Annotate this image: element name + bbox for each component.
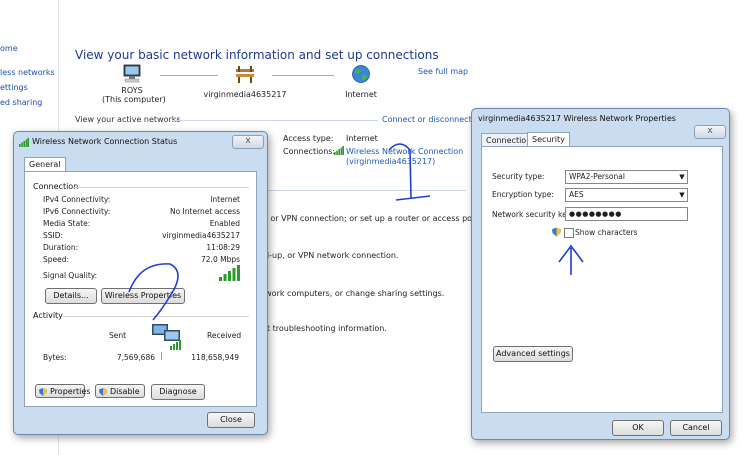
signal-quality-bars-icon (219, 265, 240, 281)
wireless-signal-icon (19, 138, 29, 147)
show-characters-checkbox[interactable] (564, 228, 574, 238)
nav-item-home[interactable]: ome (0, 44, 18, 53)
show-characters-label: Show characters (575, 228, 638, 237)
network-name: virginmedia4635217 (203, 90, 287, 99)
disable-button-label: Disable (110, 387, 140, 396)
duration-value: 11:08:29 (206, 243, 240, 252)
properties-button-label: Properties (50, 387, 91, 396)
activity-group-label: Activity (33, 311, 63, 320)
status-dialog-titlebar[interactable]: Wireless Network Connection Status x (14, 132, 267, 154)
section-divider (172, 120, 378, 121)
connect-or-disconnect-link[interactable]: Connect or disconnect (382, 115, 472, 124)
shield-icon (552, 227, 561, 237)
connection-group-label: Connection (33, 182, 79, 191)
computer-name: ROYS (121, 86, 143, 95)
ssid-value: virginmedia4635217 (162, 231, 240, 240)
duration-label: Duration: (43, 243, 79, 252)
activity-divider (161, 352, 162, 360)
props-dialog-close-icon[interactable]: x (694, 125, 726, 139)
status-dialog-close-icon[interactable]: x (232, 135, 264, 149)
network-key-input[interactable]: ●●●●●●●● (565, 207, 688, 221)
task-troubleshoot[interactable]: et troubleshooting information. (262, 324, 387, 333)
speed-value: 72.0 Mbps (201, 255, 240, 264)
section-divider (268, 190, 466, 191)
shield-icon (99, 388, 107, 396)
nav-item-advanced-sharing[interactable]: ed sharing (0, 98, 42, 107)
connection-link-ssid: (virginmedia4635217) (346, 157, 436, 166)
media-state-label: Media State: (43, 219, 91, 228)
connection-link-name: Wireless Network Connection (346, 147, 464, 156)
map-connector-line (272, 75, 334, 76)
security-tab-panel: Security type: WPA2-Personal ▼ Encryptio… (481, 146, 723, 413)
security-type-value: WPA2-Personal (569, 172, 625, 181)
status-dialog-title: Wireless Network Connection Status (32, 137, 178, 146)
speed-label: Speed: (43, 255, 70, 264)
nav-item-adapter-settings[interactable]: ettings (0, 83, 28, 92)
network-key-label: Network security key (492, 210, 572, 219)
ipv4-value: Internet (210, 195, 240, 204)
access-type-label: Access type: (283, 134, 334, 143)
bench-network-icon (236, 66, 254, 83)
props-dialog-title: virginmedia4635217 Wireless Network Prop… (478, 114, 676, 123)
nav-item-wireless-networks[interactable]: less networks (0, 68, 55, 77)
bytes-sent-value: 7,569,686 (116, 353, 155, 362)
signal-quality-label: Signal Quality: (43, 271, 98, 280)
close-button[interactable]: Close (207, 412, 255, 428)
disable-button[interactable]: Disable (95, 384, 145, 398)
ssid-label: SSID: (43, 231, 64, 240)
bytes-label: Bytes: (43, 353, 67, 362)
advanced-settings-button[interactable]: Advanced settings (493, 346, 573, 362)
active-networks-header: View your active networks (75, 115, 181, 124)
tab-general[interactable]: General (24, 157, 66, 172)
ipv6-value: No Internet access (169, 207, 240, 216)
see-full-map-link[interactable]: See full map (418, 67, 468, 76)
group-divider (73, 187, 249, 188)
ipv4-label: IPv4 Connectivity: (43, 195, 111, 204)
cancel-button[interactable]: Cancel (670, 420, 722, 436)
access-type-value: Internet (346, 134, 378, 143)
ipv6-label: IPv6 Connectivity: (43, 207, 111, 216)
wireless-properties-dialog: virginmedia4635217 Wireless Network Prop… (471, 108, 730, 440)
encryption-type-select[interactable]: AES ▼ (565, 188, 688, 202)
page-title: View your basic network information and … (75, 48, 439, 62)
map-computer-node[interactable]: ROYS (This computer) (102, 64, 166, 104)
task-connect-network[interactable]: al-up, or VPN network connection. (262, 251, 398, 260)
connections-label: Connections: (283, 147, 336, 156)
sent-label: Sent (109, 331, 127, 340)
properties-button[interactable]: Properties (35, 384, 90, 398)
ok-button[interactable]: OK (612, 420, 664, 436)
security-type-select[interactable]: WPA2-Personal ▼ (565, 170, 688, 184)
network-activity-icon (152, 324, 181, 350)
diagnose-button[interactable]: Diagnose (151, 384, 205, 400)
props-dialog-titlebar[interactable]: virginmedia4635217 Wireless Network Prop… (472, 109, 729, 139)
group-divider (63, 316, 249, 317)
encryption-type-value: AES (569, 190, 584, 199)
tab-security[interactable]: Security (527, 132, 570, 147)
details-button[interactable]: Details... (45, 288, 97, 304)
media-state-value: Enabled (209, 219, 240, 228)
internet-label: Internet (345, 90, 377, 99)
wireless-status-dialog: Wireless Network Connection Status x Gen… (13, 131, 268, 435)
chevron-down-icon: ▼ (679, 191, 685, 199)
globe-icon (352, 65, 370, 83)
general-tab-panel: Connection IPv4 Connectivity: Internet I… (24, 171, 257, 407)
wireless-properties-button[interactable]: Wireless Properties (101, 288, 185, 304)
wireless-connection-link[interactable]: Wireless Network Connection (virginmedia… (346, 147, 463, 167)
wireless-signal-icon (334, 146, 344, 155)
map-internet-node[interactable]: Internet (338, 64, 384, 99)
computer-icon (123, 64, 141, 83)
task-homegroup-sharing[interactable]: twork computers, or change sharing setti… (262, 289, 444, 298)
bytes-received-value: 118,658,949 (191, 353, 239, 362)
computer-subtitle: (This computer) (102, 95, 166, 104)
task-setup-connection[interactable]: r, or VPN connection; or set up a router… (262, 214, 485, 223)
map-network-node[interactable]: virginmedia4635217 (195, 64, 295, 99)
security-type-label: Security type: (492, 172, 545, 181)
chevron-down-icon: ▼ (679, 173, 685, 181)
encryption-type-label: Encryption type: (492, 190, 554, 199)
shield-icon (39, 388, 47, 396)
received-label: Received (207, 331, 242, 340)
